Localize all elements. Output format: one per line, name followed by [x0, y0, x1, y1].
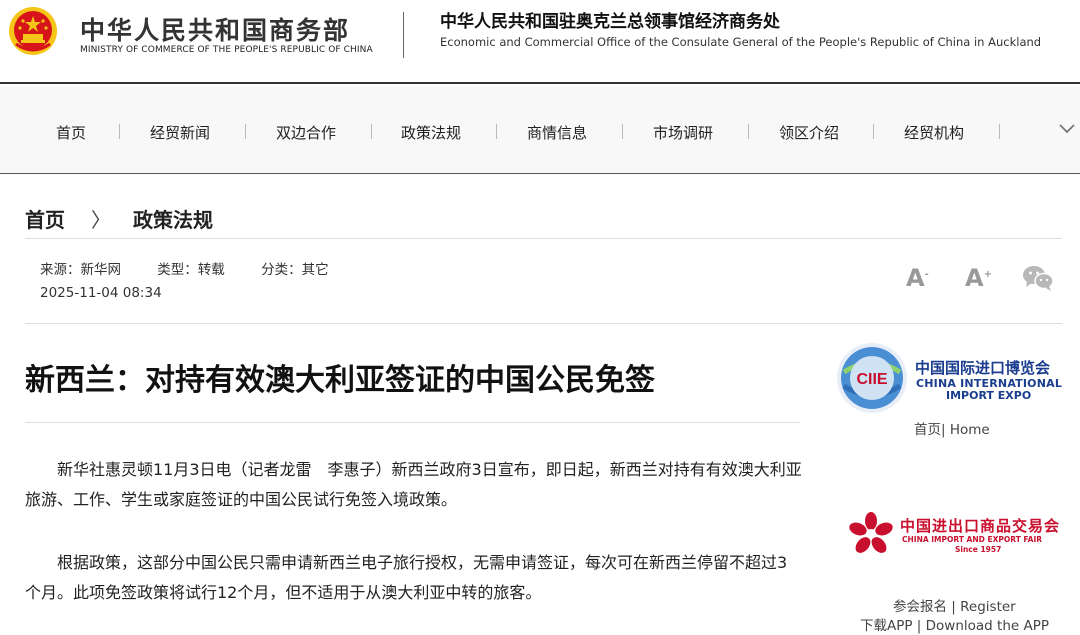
office-name-cn[interactable]: 中华人民共和国驻奥克兰总领事馆经济商务处: [440, 7, 780, 32]
nav-separator: [622, 124, 623, 139]
meta-type: 类型：转载: [157, 262, 225, 278]
main-nav: 首页 经贸新闻 双边合作 政策法规 商情信息 市场调研 领区介绍 经贸机构: [0, 86, 1080, 174]
breadcrumb-home[interactable]: 首页: [25, 208, 65, 232]
article-title: 新西兰：对持有效澳大利亚签证的中国公民免签: [25, 363, 655, 398]
header-divider: [403, 12, 404, 58]
nav-item-home[interactable]: 首页: [56, 122, 86, 143]
nav-separator: [999, 124, 1000, 139]
download-app-link[interactable]: 下载APP | Download the APP: [860, 614, 1049, 634]
ciie-name-cn[interactable]: 中国国际进口博览会: [915, 357, 1050, 378]
chevron-down-icon[interactable]: [1058, 122, 1076, 136]
meta-category: 分类：其它: [261, 262, 329, 278]
breadcrumb: 首页 〉政策法规: [25, 204, 213, 233]
ciie-logo-icon[interactable]: CIIE: [836, 342, 908, 414]
nav-item-trade-news[interactable]: 经贸新闻: [150, 122, 210, 143]
nav-separator: [119, 124, 120, 139]
canton-fair-name-cn[interactable]: 中国进出口商品交易会: [900, 515, 1060, 536]
nav-separator: [371, 124, 372, 139]
font-increase-button[interactable]: A+: [965, 264, 992, 292]
ministry-name-en[interactable]: MINISTRY OF COMMERCE OF THE PEOPLE'S REP…: [80, 45, 373, 55]
article-date: 2025-11-04 08:34: [40, 285, 162, 301]
breadcrumb-current[interactable]: 政策法规: [133, 208, 213, 232]
nav-item-market-research[interactable]: 市场调研: [653, 122, 713, 143]
ciie-name-en[interactable]: IMPORT EXPO: [946, 389, 1031, 402]
register-link[interactable]: 参会报名 | Register: [893, 595, 1016, 615]
chevron-right-icon: 〉: [91, 208, 111, 232]
article-paragraph: 根据政策，这部分中国公民只需申请新西兰电子旅行授权，无需申请签证，每次可在新西兰…: [25, 553, 788, 602]
divider: [25, 422, 800, 423]
divider: [25, 238, 1062, 239]
font-increase-sign: +: [983, 269, 992, 280]
ciie-logo-text: CIIE: [856, 371, 887, 388]
font-decrease-sign: -: [924, 269, 929, 280]
nav-item-bilateral[interactable]: 双边合作: [276, 122, 336, 143]
font-increase-label: A: [965, 264, 984, 292]
article-paragraph: 新华社惠灵顿11月3日电（记者龙雷 李惠子）新西兰政府3日宣布，即日起，新西兰对…: [25, 460, 802, 509]
nav-separator: [873, 124, 874, 139]
nav-item-trade-institutions[interactable]: 经贸机构: [904, 122, 964, 143]
ministry-name-cn[interactable]: 中华人民共和国商务部: [80, 11, 350, 47]
font-decrease-label: A: [906, 264, 925, 292]
divider: [25, 323, 1062, 324]
nav-separator: [496, 124, 497, 139]
canton-fair-logo-icon[interactable]: [848, 512, 894, 554]
meta-source: 来源：新华网: [40, 262, 121, 278]
nav-item-consular-area[interactable]: 领区介绍: [779, 122, 839, 143]
nav-separator: [245, 124, 246, 139]
site-header: 中华人民共和国商务部 MINISTRY OF COMMERCE OF THE P…: [0, 0, 1080, 84]
nav-separator: [748, 124, 749, 139]
article-meta: 来源：新华网 类型：转载 分类：其它: [40, 258, 361, 278]
canton-fair-since: Since 1957: [955, 545, 1002, 554]
national-emblem-icon[interactable]: [8, 6, 58, 56]
canton-fair-name-en[interactable]: CHINA IMPORT AND EXPORT FAIR: [902, 535, 1042, 544]
nav-item-business-info[interactable]: 商情信息: [527, 122, 587, 143]
font-decrease-button[interactable]: A-: [906, 264, 929, 292]
office-name-en[interactable]: Economic and Commercial Office of the Co…: [440, 35, 1041, 49]
wechat-icon[interactable]: [1022, 264, 1054, 292]
nav-item-policy[interactable]: 政策法规: [401, 122, 461, 143]
ciie-home-link[interactable]: 首页| Home: [914, 418, 990, 438]
